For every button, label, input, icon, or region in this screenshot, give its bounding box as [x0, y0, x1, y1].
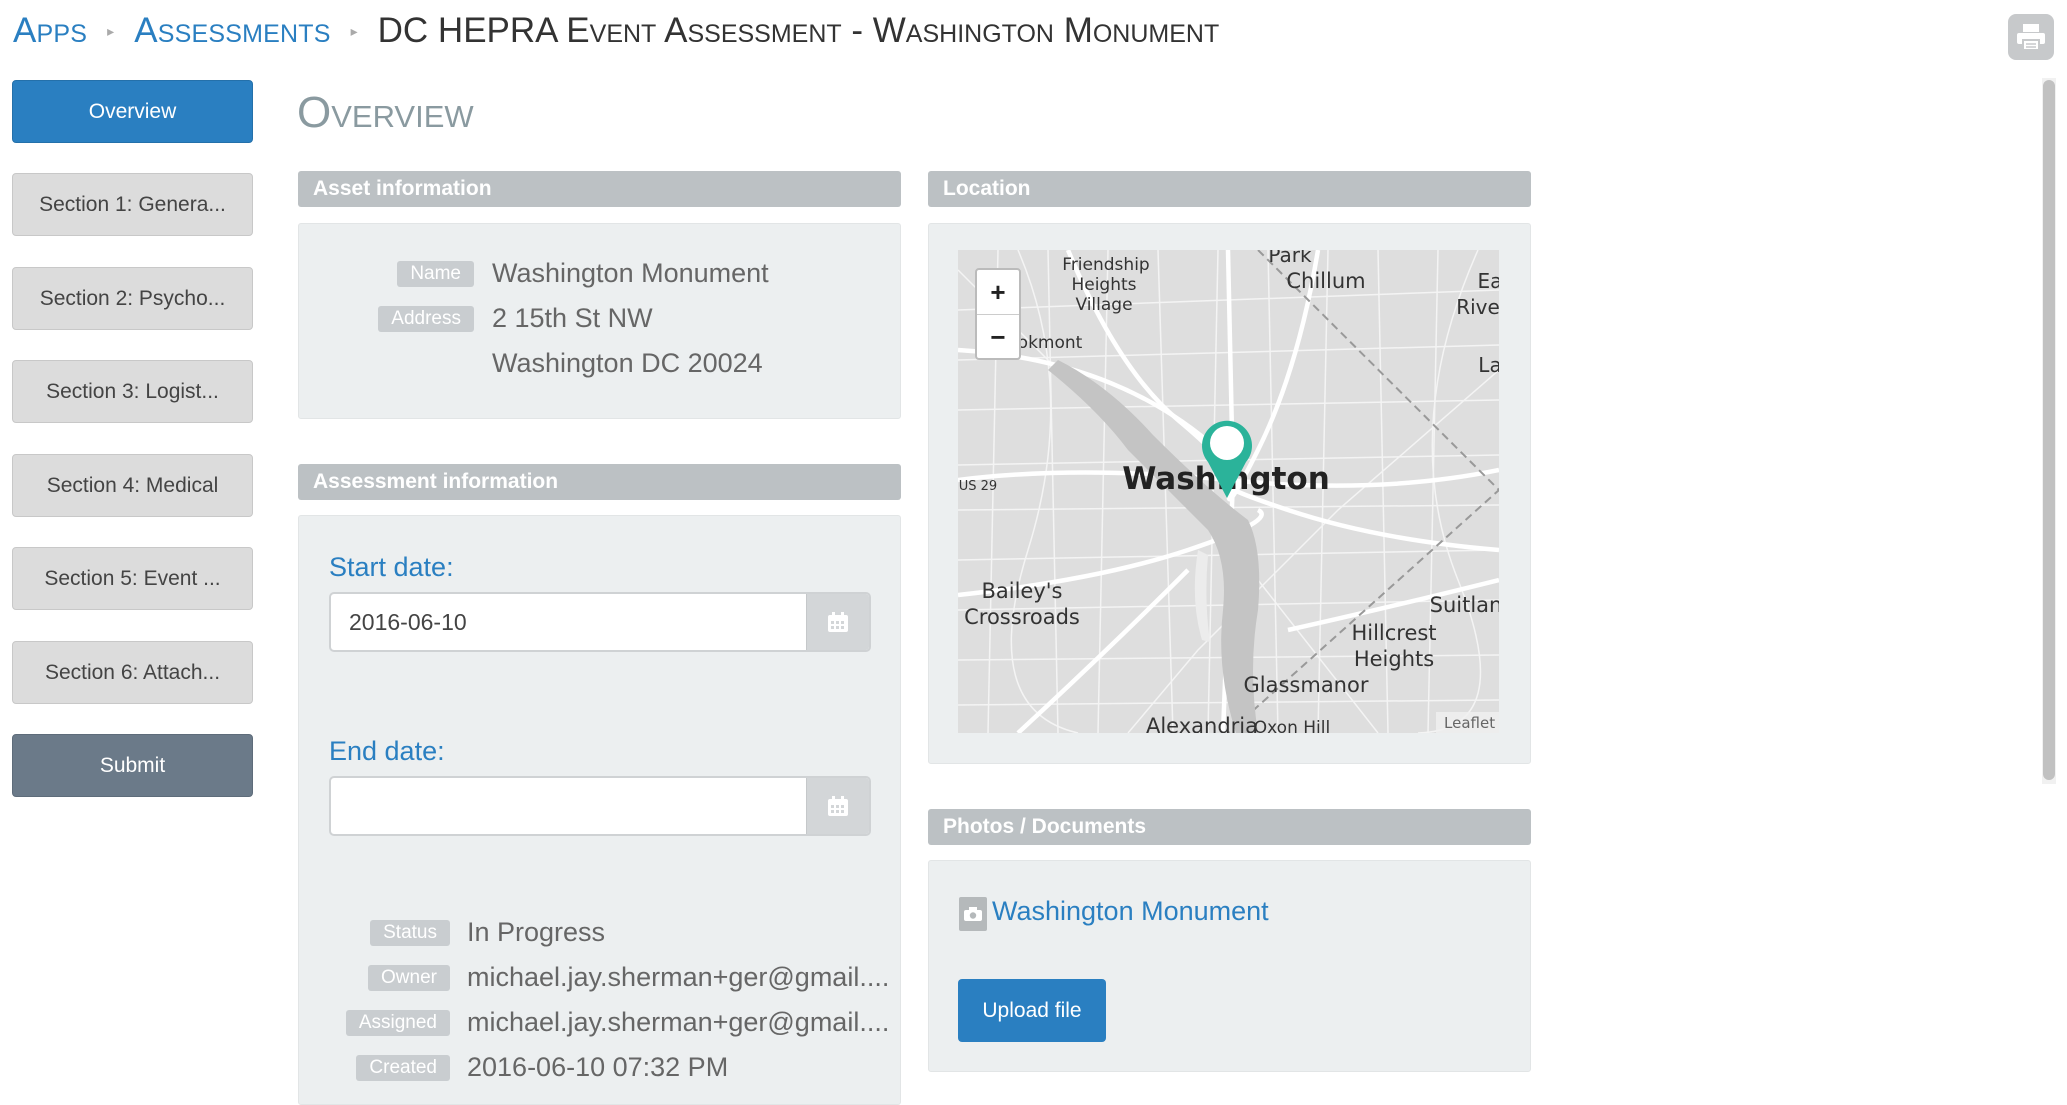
breadcrumb-separator-icon: ▸: [350, 22, 358, 39]
upload-file-button[interactable]: Upload file: [958, 979, 1106, 1042]
map-label-hillcrest: Hillcrest: [1351, 621, 1436, 645]
end-date-calendar-button[interactable]: [806, 778, 869, 834]
start-date-calendar-button[interactable]: [806, 594, 869, 650]
map-label-crossroads: Crossroads: [964, 605, 1080, 629]
map-label-la: La: [1478, 353, 1499, 377]
asset-info-header: Asset information: [298, 171, 901, 207]
map-label-park: Park: [1268, 250, 1312, 267]
calendar-icon: [828, 612, 848, 632]
end-date-label: End date:: [329, 736, 445, 766]
map-label-suitland: Suitlan: [1430, 593, 1499, 617]
map-zoom-control: + −: [975, 268, 1021, 360]
map-label-alexandria: Alexandria: [1146, 714, 1258, 733]
sidebar-item-section-5[interactable]: Section 5: Event ...: [12, 547, 253, 610]
assessment-info-header: Assessment information: [298, 464, 901, 500]
assessment-info-panel: Start date: 2016-06-10 End date: Status …: [298, 515, 901, 1105]
end-date-input[interactable]: [331, 778, 806, 834]
map-attribution[interactable]: Leaflet: [1444, 714, 1495, 732]
status-label: Status: [370, 920, 450, 946]
map-label-us29: US 29: [959, 479, 997, 494]
photo-file-link[interactable]: Washington Monument: [992, 896, 1269, 927]
map-label-glassmanor: Glassmanor: [1244, 673, 1369, 697]
map-label-friendship: Friendship: [1062, 255, 1149, 275]
sidebar-item-section-6[interactable]: Section 6: Attach...: [12, 641, 253, 704]
print-icon: [2017, 24, 2045, 51]
map-label-village: Village: [1075, 295, 1132, 315]
created-label: Created: [356, 1055, 450, 1081]
zoom-out-button[interactable]: −: [977, 314, 1019, 359]
owner-value: michael.jay.sherman+ger@gmail....: [467, 962, 890, 992]
status-value: In Progress: [467, 917, 606, 947]
start-date-input[interactable]: 2016-06-10: [331, 594, 806, 650]
sidebar-item-overview[interactable]: Overview: [12, 80, 253, 143]
zoom-in-button[interactable]: +: [977, 270, 1019, 314]
location-header: Location: [928, 171, 1531, 207]
sidebar-item-section-3[interactable]: Section 3: Logist...: [12, 360, 253, 423]
calendar-icon: [828, 796, 848, 816]
sidebar-item-section-2[interactable]: Section 2: Psycho...: [12, 267, 253, 330]
map-label-ea: Ea: [1478, 269, 1499, 293]
photos-header: Photos / Documents: [928, 809, 1531, 845]
location-map[interactable]: Friendship Heights Village Park Chillum …: [958, 250, 1499, 733]
breadcrumb-assessments[interactable]: Assessments: [134, 11, 330, 51]
breadcrumb: Apps ▸ Assessments ▸ DC HEPRA Event Asse…: [13, 6, 1219, 56]
created-value: 2016-06-10 07:32 PM: [467, 1052, 729, 1082]
start-date-label: Start date:: [329, 552, 454, 582]
end-date-field: [329, 776, 871, 836]
map-label-oxon-hill: Oxon Hill: [1254, 718, 1330, 733]
asset-name: Washington Monument: [492, 258, 769, 288]
name-label: Name: [397, 261, 474, 287]
start-date-field: 2016-06-10: [329, 592, 871, 652]
assigned-label: Assigned: [345, 1010, 450, 1036]
sidebar-item-section-1[interactable]: Section 1: Genera...: [12, 173, 253, 236]
address-label: Address: [378, 306, 474, 332]
map-label-rive: Rive: [1456, 295, 1499, 319]
breadcrumb-separator-icon: ▸: [107, 22, 115, 39]
page-title: Overview: [297, 88, 474, 137]
breadcrumb-apps[interactable]: Apps: [13, 11, 87, 51]
assigned-value: michael.jay.sherman+ger@gmail....: [467, 1007, 890, 1037]
map-label-hillcrest-heights: Heights: [1354, 647, 1434, 671]
map-label-brookmont: okmont: [1018, 333, 1083, 353]
photo-icon: [959, 897, 987, 931]
map-label-baileys: Bailey's: [981, 579, 1062, 603]
submit-button[interactable]: Submit: [12, 734, 253, 797]
map-label-heights: Heights: [1071, 275, 1136, 295]
owner-label: Owner: [368, 965, 450, 991]
scrollbar-thumb[interactable]: [2043, 80, 2055, 780]
sidebar-item-section-4[interactable]: Section 4: Medical: [12, 454, 253, 517]
address-line1: 2 15th St NW: [492, 303, 653, 333]
asset-info-panel: Name Washington Monument Address 2 15th …: [298, 223, 901, 419]
map-label-chillum: Chillum: [1286, 269, 1365, 293]
breadcrumb-current: DC HEPRA Event Assessment - Washington M…: [377, 11, 1220, 50]
address-line2: Washington DC 20024: [492, 348, 763, 378]
print-button[interactable]: [2008, 14, 2054, 60]
